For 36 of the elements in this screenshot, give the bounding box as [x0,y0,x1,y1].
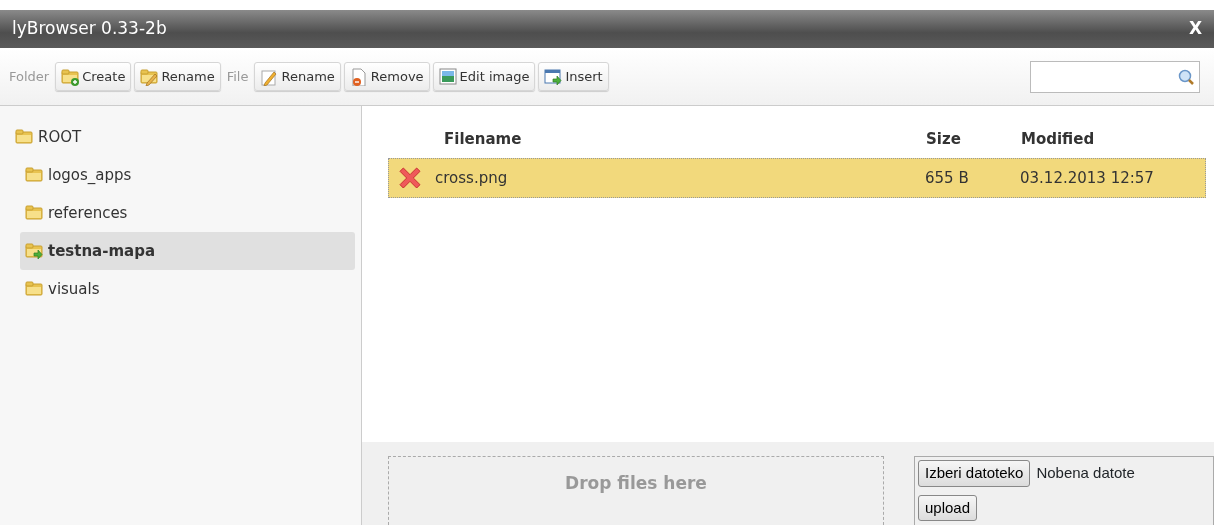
file-row[interactable]: cross.png 655 B 03.12.2013 12:57 [388,158,1206,198]
folder-tree-item[interactable]: ROOT [10,118,355,156]
toolbar-button[interactable]: Create [55,61,132,92]
column-header[interactable]: Modified [1021,127,1206,151]
file-size: 655 B [925,167,970,189]
toolbar-button[interactable]: Remove [343,61,430,92]
column-header[interactable]: Size [926,127,1021,151]
toolbar-button[interactable]: Edit image [432,61,536,92]
folder-pencil-icon [140,67,159,86]
toolbar-button[interactable]: Rename [254,61,341,92]
upload-button[interactable]: upload [918,494,978,521]
file-name: cross.png [435,167,508,189]
toolbar-button[interactable]: Insert [538,61,609,92]
folder-tree-item[interactable]: visuals [20,270,355,308]
picture-icon [438,67,457,86]
window-title: lyBrowser 0.33-2b [12,17,167,41]
toolbar-button[interactable]: Rename [134,61,221,92]
choose-file-button[interactable]: Izberi datoteko [918,460,1031,487]
toolbar-label: Folder [8,67,51,86]
search-icon [1177,67,1195,86]
folder-icon [24,166,44,184]
folder-tree-item[interactable]: testna-mapa [20,232,355,270]
toolbar-label: File [225,67,250,86]
folder-plus-icon [61,67,80,86]
pencil-icon [260,67,279,86]
column-header[interactable]: Filename [388,127,926,151]
folder-icon [24,280,44,298]
search-field[interactable] [1030,60,1200,93]
folder-icon [14,128,34,146]
page-minus-icon [349,67,368,86]
folder-icon [24,204,44,222]
file-modified: 03.12.2013 12:57 [1020,167,1155,189]
file-status-text: Nobena datote [1036,463,1135,483]
close-button[interactable]: X [1188,16,1202,42]
folder-tree-item[interactable]: references [20,194,355,232]
folder-tree-item[interactable]: logos_apps [20,156,355,194]
